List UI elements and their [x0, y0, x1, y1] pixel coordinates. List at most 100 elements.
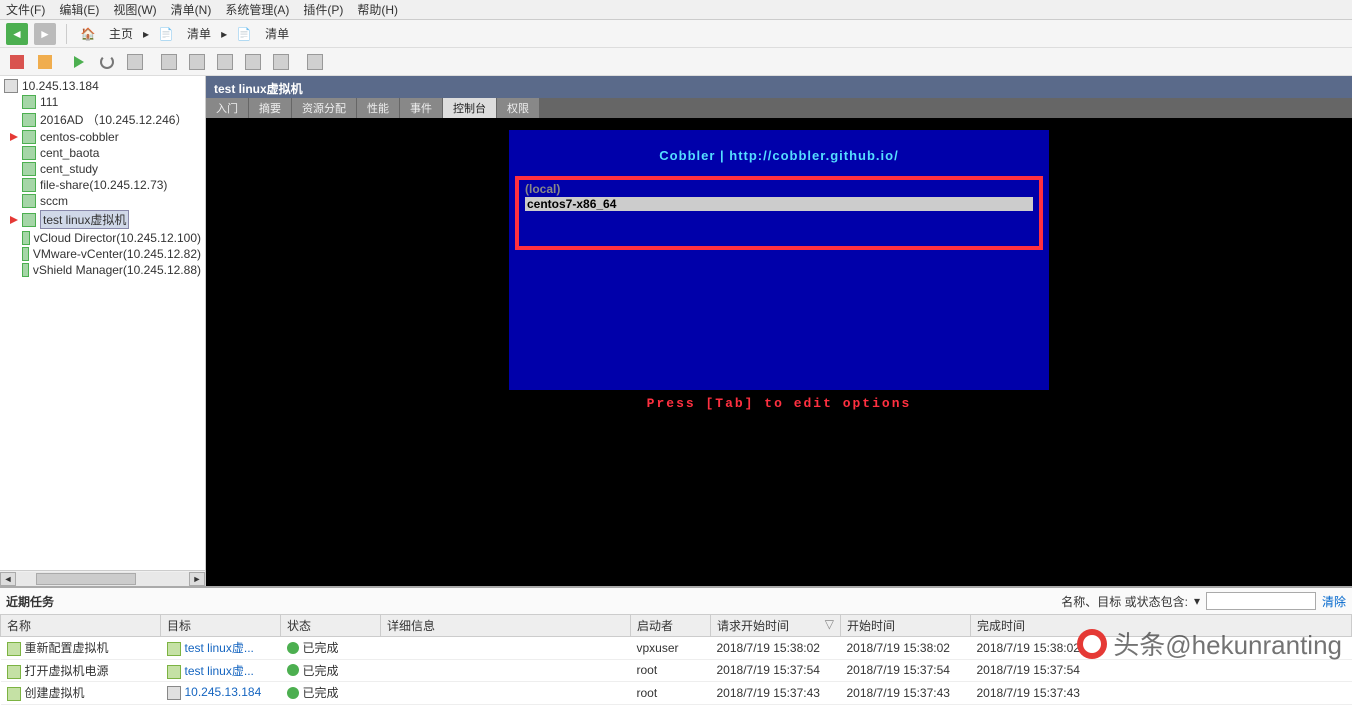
vm-icon: [167, 642, 181, 656]
vm-icon: [22, 146, 36, 160]
col-target[interactable]: 目标: [161, 615, 281, 637]
tree-item[interactable]: test linux虚拟机: [2, 209, 203, 230]
refresh-button[interactable]: [96, 51, 118, 73]
table-row[interactable]: 创建虚拟机10.245.13.184已完成root2018/7/19 15:37…: [1, 682, 1352, 705]
tab-控制台[interactable]: 控制台: [443, 98, 496, 118]
status-ok-icon: 已完成: [287, 684, 339, 701]
cobbler-title: Cobbler | http://cobbler.github.io/: [509, 148, 1049, 163]
main-area: 10.245.13.184 111 2016AD （10.245.12.246） c…: [0, 76, 1352, 586]
tree-item[interactable]: file-share(10.245.12.73): [2, 177, 203, 193]
filter-label: 名称、目标 或状态包含:: [1061, 593, 1188, 610]
menu-file[interactable]: 文件(F): [6, 1, 45, 18]
menu-inventory[interactable]: 清单(N): [171, 1, 212, 18]
menu-help[interactable]: 帮助(H): [357, 1, 398, 18]
filter-input[interactable]: [1206, 592, 1316, 610]
tree-item[interactable]: cent_baota: [2, 145, 203, 161]
vm-icon: [22, 231, 30, 245]
console-view[interactable]: Cobbler | http://cobbler.github.io/ (loc…: [206, 118, 1352, 586]
table-row[interactable]: 打开虚拟机电源test linux虚...已完成root2018/7/19 15…: [1, 659, 1352, 682]
col-name[interactable]: 名称: [1, 615, 161, 637]
tab-性能[interactable]: 性能: [357, 98, 399, 118]
tool-icon-2[interactable]: [158, 51, 180, 73]
inventory-icon-2[interactable]: 📄: [233, 23, 255, 45]
tree-item[interactable]: 111: [2, 94, 203, 110]
menu-edit[interactable]: 编辑(E): [59, 1, 99, 18]
boot-option-selected[interactable]: centos7-x86_64: [525, 197, 1033, 211]
scroll-thumb[interactable]: [36, 573, 136, 585]
tool-icon-7[interactable]: [304, 51, 326, 73]
tree-item[interactable]: sccm: [2, 193, 203, 209]
tree-item-label: sccm: [40, 194, 68, 208]
col-start[interactable]: 开始时间: [841, 615, 971, 637]
pause-button[interactable]: [34, 51, 56, 73]
tree-item-label: VMware-vCenter(10.245.12.82): [33, 247, 201, 261]
stop-button[interactable]: [6, 51, 28, 73]
nav-back-button[interactable]: ◄: [6, 23, 28, 45]
content-title: test linux虚拟机: [206, 76, 1352, 98]
boot-option-local[interactable]: (local): [525, 182, 1033, 196]
menu-plugins[interactable]: 插件(P): [303, 1, 343, 18]
menu-admin[interactable]: 系统管理(A): [225, 1, 289, 18]
tasks-header: 近期任务 名称、目标 或状态包含: ▾ 清除: [0, 586, 1352, 614]
separator: [66, 24, 67, 44]
filter-clear-link[interactable]: 清除: [1322, 593, 1346, 610]
tree-item[interactable]: cent_study: [2, 161, 203, 177]
filter-dropdown-icon[interactable]: ▾: [1194, 594, 1200, 608]
tree-item-label: centos-cobbler: [40, 130, 119, 144]
table-header-row: 名称 目标 状态 详细信息 启动者 请求开始时间 ▽ 开始时间 完成时间: [1, 615, 1352, 637]
inventory-label-2[interactable]: 清单: [265, 25, 289, 42]
col-detail[interactable]: 详细信息: [381, 615, 631, 637]
task-icon: [7, 687, 21, 701]
vm-icon: [22, 247, 29, 261]
tree-item[interactable]: 2016AD （10.245.12.246）: [2, 110, 203, 129]
play-button[interactable]: [68, 51, 90, 73]
vm-icon: [22, 178, 36, 192]
vm-icon: [167, 665, 181, 679]
scroll-right-icon[interactable]: ►: [189, 572, 205, 586]
action-toolbar: [0, 48, 1352, 76]
inventory-icon[interactable]: 📄: [155, 23, 177, 45]
sidebar-scrollbar[interactable]: ◄ ►: [0, 570, 205, 586]
col-status[interactable]: 状态: [281, 615, 381, 637]
status-ok-icon: 已完成: [287, 662, 339, 679]
tasks-title: 近期任务: [6, 593, 54, 610]
col-complete[interactable]: 完成时间: [971, 615, 1352, 637]
home-icon[interactable]: 🏠: [77, 23, 99, 45]
inventory-label-1[interactable]: 清单: [187, 25, 211, 42]
col-req-start[interactable]: 请求开始时间 ▽: [711, 615, 841, 637]
col-initiator[interactable]: 启动者: [631, 615, 711, 637]
tab-事件[interactable]: 事件: [400, 98, 442, 118]
tab-入门[interactable]: 入门: [206, 98, 248, 118]
tree-item[interactable]: vCloud Director(10.245.12.100): [2, 230, 203, 246]
tree-item-label: vShield Manager(10.245.12.88): [33, 263, 201, 277]
boot-menu-highlight: (local) centos7-x86_64: [515, 176, 1043, 250]
tree-item-label: 2016AD （10.245.12.246）: [40, 111, 187, 128]
tree-item-label: file-share(10.245.12.73): [40, 178, 167, 192]
tree-root[interactable]: 10.245.13.184: [2, 78, 203, 94]
tab-摘要[interactable]: 摘要: [249, 98, 291, 118]
nav-forward-button[interactable]: ►: [34, 23, 56, 45]
scroll-track[interactable]: [16, 572, 189, 586]
tree-item[interactable]: VMware-vCenter(10.245.12.82): [2, 246, 203, 262]
tab-权限[interactable]: 权限: [497, 98, 539, 118]
tree-item-label: test linux虚拟机: [40, 210, 129, 229]
tool-icon-5[interactable]: [242, 51, 264, 73]
tool-icon-6[interactable]: [270, 51, 292, 73]
server-icon: [167, 686, 181, 700]
breadcrumb-arrow-icon: ▸: [143, 27, 149, 41]
tab-资源分配[interactable]: 资源分配: [292, 98, 356, 118]
table-row[interactable]: 重新配置虚拟机test linux虚...已完成vpxuser2018/7/19…: [1, 637, 1352, 660]
tree-item-label: 111: [40, 95, 58, 109]
tree-item[interactable]: centos-cobbler: [2, 129, 203, 145]
sidebar: 10.245.13.184 111 2016AD （10.245.12.246） c…: [0, 76, 206, 586]
tool-icon-4[interactable]: [214, 51, 236, 73]
home-label[interactable]: 主页: [109, 25, 133, 42]
tool-icon-3[interactable]: [186, 51, 208, 73]
scroll-left-icon[interactable]: ◄: [0, 572, 16, 586]
menu-view[interactable]: 视图(W): [113, 1, 156, 18]
tool-icon-1[interactable]: [124, 51, 146, 73]
tree-item[interactable]: vShield Manager(10.245.12.88): [2, 262, 203, 278]
tasks-table: 名称 目标 状态 详细信息 启动者 请求开始时间 ▽ 开始时间 完成时间 重新配…: [0, 614, 1352, 705]
vm-icon: [22, 194, 36, 208]
tree-item-label: vCloud Director(10.245.12.100): [34, 231, 201, 245]
